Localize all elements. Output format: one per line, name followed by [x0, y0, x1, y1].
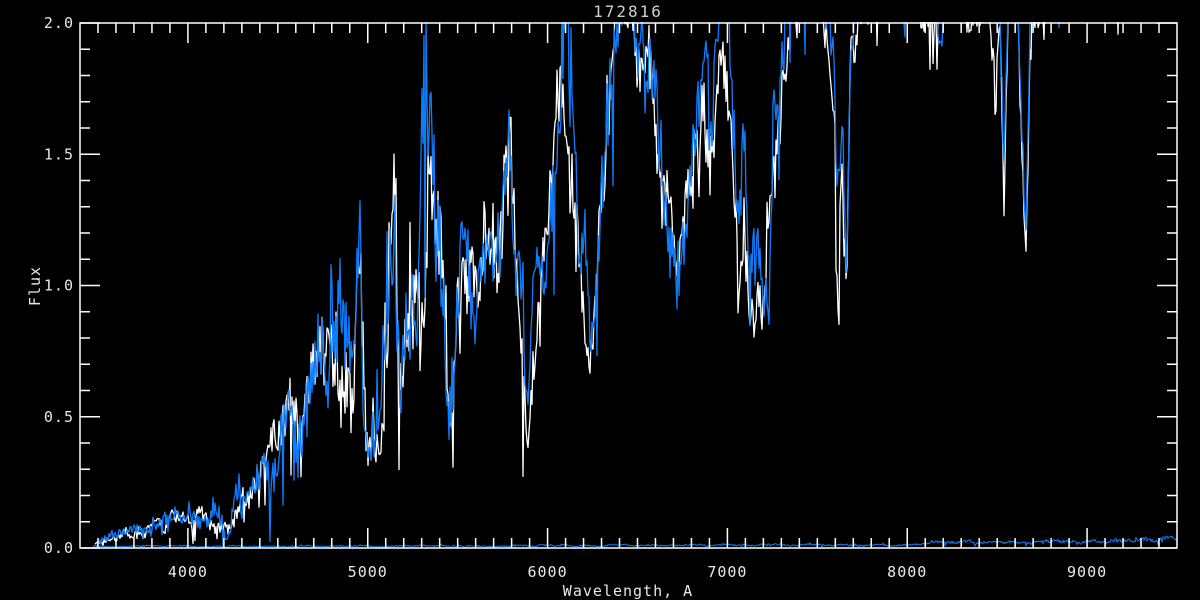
x-tick-label: 5000	[348, 563, 388, 581]
y-tick-label: 0.5	[44, 408, 74, 426]
chart-title: 172816	[593, 2, 663, 21]
y-tick-label: 1.0	[44, 277, 74, 295]
spectrum-plot: 4000 5000 6000 7000 8000 90000.00.51.01.52.0 …	[0, 0, 1200, 600]
y-tick-label: 2.0	[44, 14, 74, 32]
y-tick-label: 0.0	[44, 539, 74, 557]
x-tick-label: 9000	[1067, 563, 1107, 581]
x-tick-label: 6000	[528, 563, 568, 581]
x-tick-label: 7000	[707, 563, 747, 581]
y-tick-label: 1.5	[44, 145, 74, 163]
x-tick-label: 4000	[168, 563, 208, 581]
x-tick-label: 8000	[887, 563, 927, 581]
y-axis-label: Flux	[26, 266, 44, 306]
x-axis-label: Wavelength, A	[563, 582, 693, 600]
